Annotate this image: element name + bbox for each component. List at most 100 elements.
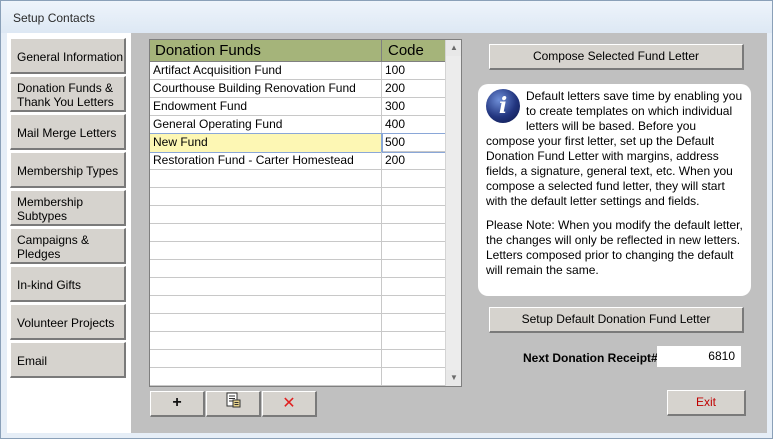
vertical-scrollbar[interactable]: ▲ ▼: [445, 40, 461, 386]
sidebar-item-label: Membership Subtypes: [17, 194, 84, 223]
sidebar-item-label: Mail Merge Letters: [17, 125, 117, 140]
grid-header: Donation Funds Code: [150, 40, 445, 62]
scroll-up-icon[interactable]: ▲: [446, 40, 461, 56]
fund-name-cell[interactable]: Artifact Acquisition Fund: [150, 62, 382, 80]
table-row[interactable]: [150, 242, 445, 260]
sidebar-item-inkind-gifts[interactable]: In-kind Gifts: [10, 266, 126, 302]
fund-name-cell[interactable]: Endowment Fund: [150, 98, 382, 116]
delete-x-icon: ✕: [282, 393, 296, 412]
sidebar-item-label: Donation Funds & Thank You Letters: [17, 80, 114, 109]
sidebar-item-general-information[interactable]: General Information: [10, 38, 126, 74]
fund-name-cell[interactable]: [150, 242, 382, 260]
sidebar-item-label: Membership Types: [17, 163, 119, 178]
table-row[interactable]: [150, 368, 445, 386]
table-row[interactable]: [150, 314, 445, 332]
table-row[interactable]: Courthouse Building Renovation Fund 200: [150, 80, 445, 98]
document-edit-icon: [225, 392, 241, 415]
fund-code-cell[interactable]: [382, 242, 445, 260]
fund-code-cell[interactable]: 500: [381, 133, 446, 153]
table-row[interactable]: Artifact Acquisition Fund 100: [150, 62, 445, 80]
setup-contacts-window: Setup Contacts General Information Donat…: [0, 0, 773, 439]
grid-rows: Artifact Acquisition Fund 100 Courthouse B…: [150, 62, 446, 386]
edit-fund-button[interactable]: [206, 391, 261, 417]
table-row[interactable]: General Operating Fund 400: [150, 116, 445, 134]
fund-name-cell[interactable]: [150, 224, 382, 242]
fund-name-cell[interactable]: [150, 314, 382, 332]
fund-code-cell[interactable]: 400: [382, 116, 445, 134]
fund-code-cell[interactable]: [382, 314, 445, 332]
plus-icon: +: [172, 394, 182, 411]
sidebar: General Information Donation Funds & Tha…: [7, 33, 131, 433]
table-row[interactable]: [150, 260, 445, 278]
fund-name-cell[interactable]: General Operating Fund: [150, 116, 382, 134]
table-row[interactable]: [150, 278, 445, 296]
table-row[interactable]: [150, 188, 445, 206]
fund-code-cell[interactable]: 200: [382, 152, 445, 170]
donation-funds-grid[interactable]: Donation Funds Code Artifact Acquisition…: [149, 39, 462, 387]
fund-code-cell[interactable]: [382, 206, 445, 224]
fund-code-cell[interactable]: [382, 296, 445, 314]
table-row[interactable]: [150, 296, 445, 314]
scroll-down-icon[interactable]: ▼: [446, 370, 461, 386]
window-title: Setup Contacts: [13, 11, 96, 25]
table-row[interactable]: [150, 224, 445, 242]
fund-name-cell[interactable]: [150, 368, 382, 386]
sidebar-item-membership-types[interactable]: Membership Types: [10, 152, 126, 188]
fund-code-cell[interactable]: [382, 188, 445, 206]
info-paragraph-defaults: Default letters save time by enabling yo…: [486, 89, 743, 208]
fund-code-cell[interactable]: [382, 260, 445, 278]
next-receipt-label: Next Donation Receipt#: [523, 351, 658, 365]
info-box: i Default letters save time by enabling …: [478, 84, 751, 296]
fund-code-cell[interactable]: [382, 332, 445, 350]
fund-code-cell[interactable]: [382, 368, 445, 386]
sidebar-item-volunteer-projects[interactable]: Volunteer Projects: [10, 304, 126, 340]
fund-name-cell[interactable]: Restoration Fund - Carter Homestead: [150, 152, 382, 170]
sidebar-item-label: In-kind Gifts: [17, 277, 82, 292]
table-row[interactable]: Endowment Fund 300: [150, 98, 445, 116]
fund-code-cell[interactable]: 300: [382, 98, 445, 116]
sidebar-item-email[interactable]: Email: [10, 342, 126, 378]
sidebar-item-donation-funds[interactable]: Donation Funds & Thank You Letters: [10, 76, 126, 112]
fund-code-cell[interactable]: [382, 278, 445, 296]
fund-code-cell[interactable]: [382, 224, 445, 242]
sidebar-item-label: Volunteer Projects: [17, 315, 115, 330]
info-paragraph-note: Please Note: When you modify the default…: [486, 218, 743, 277]
fund-code-cell[interactable]: 100: [382, 62, 445, 80]
exit-button[interactable]: Exit: [667, 390, 746, 416]
column-header-donation-funds[interactable]: Donation Funds: [150, 40, 382, 62]
sidebar-item-label: Email: [17, 353, 48, 368]
table-row[interactable]: [150, 332, 445, 350]
fund-name-cell[interactable]: [150, 332, 382, 350]
fund-name-cell[interactable]: Courthouse Building Renovation Fund: [150, 80, 382, 98]
compose-selected-fund-letter-button[interactable]: Compose Selected Fund Letter: [489, 44, 744, 70]
table-row[interactable]: Restoration Fund - Carter Homestead 200: [150, 152, 445, 170]
next-receipt-input[interactable]: 6810: [657, 346, 741, 367]
delete-fund-button[interactable]: ✕: [262, 391, 317, 417]
fund-name-cell[interactable]: [150, 206, 382, 224]
fund-name-cell[interactable]: [150, 170, 382, 188]
fund-name-cell[interactable]: [150, 188, 382, 206]
add-fund-button[interactable]: +: [150, 391, 205, 417]
client-area: General Information Donation Funds & Tha…: [7, 33, 767, 433]
fund-name-cell[interactable]: New Fund: [150, 133, 383, 153]
sidebar-item-campaigns-pledges[interactable]: Campaigns & Pledges: [10, 228, 126, 264]
table-row[interactable]: [150, 206, 445, 224]
info-icon: i: [486, 89, 520, 123]
fund-code-cell[interactable]: 200: [382, 80, 445, 98]
sidebar-item-label: General Information: [17, 49, 124, 64]
table-row[interactable]: New Fund 500: [150, 133, 446, 153]
table-row[interactable]: [150, 170, 445, 188]
fund-code-cell[interactable]: [382, 350, 445, 368]
sidebar-item-membership-subtypes[interactable]: Membership Subtypes: [10, 190, 126, 226]
table-row[interactable]: [150, 350, 445, 368]
fund-code-cell[interactable]: [382, 170, 445, 188]
fund-name-cell[interactable]: [150, 296, 382, 314]
fund-name-cell[interactable]: [150, 350, 382, 368]
sidebar-item-label: Campaigns & Pledges: [17, 232, 90, 261]
fund-name-cell[interactable]: [150, 278, 382, 296]
fund-name-cell[interactable]: [150, 260, 382, 278]
title-bar[interactable]: Setup Contacts: [1, 1, 772, 33]
setup-default-donation-fund-letter-button[interactable]: Setup Default Donation Fund Letter: [489, 307, 744, 333]
column-header-code[interactable]: Code: [382, 40, 445, 62]
sidebar-item-mail-merge-letters[interactable]: Mail Merge Letters: [10, 114, 126, 150]
